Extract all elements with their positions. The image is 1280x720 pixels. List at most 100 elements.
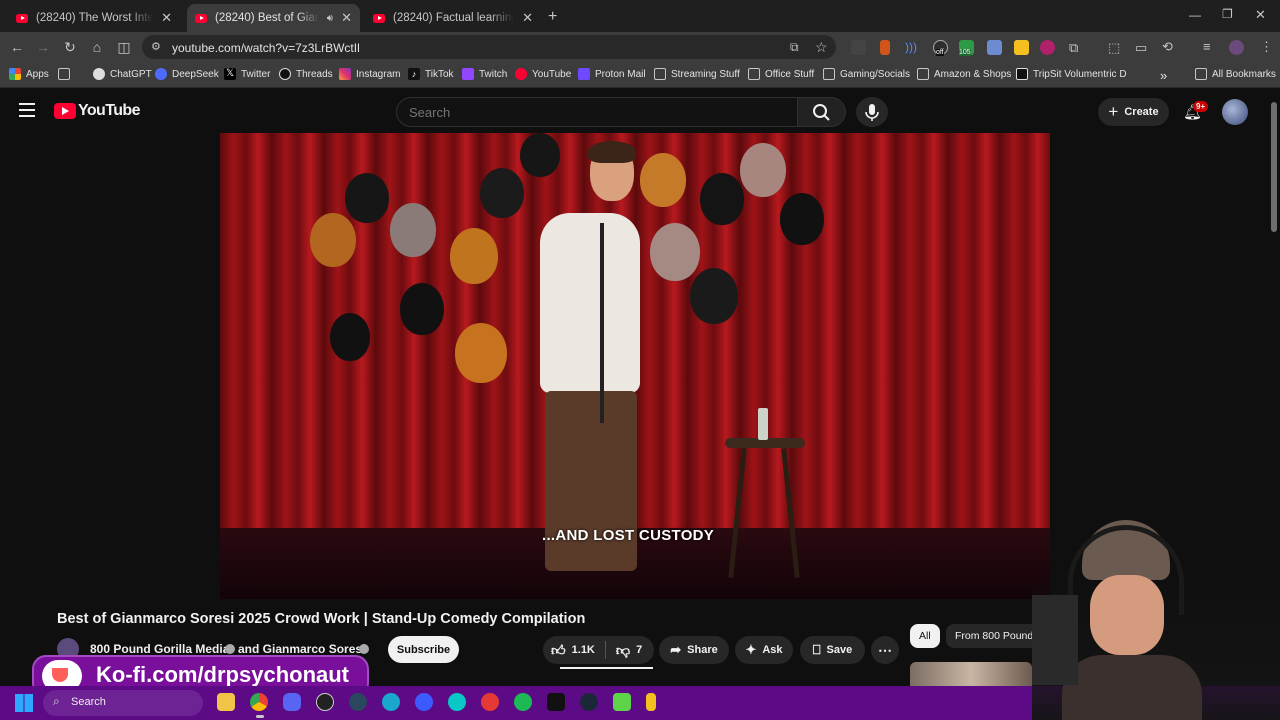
bookmark-deepseek[interactable]: DeepSeek (155, 68, 219, 80)
recommended-thumbnail[interactable] (910, 662, 1032, 686)
collaborator-name[interactable]: and Gianmarco Soresi (238, 642, 365, 656)
extension-window-icon[interactable] (987, 40, 1002, 55)
hamburger-menu-icon[interactable] (19, 103, 35, 117)
like-count[interactable]: 1.1K (572, 644, 595, 656)
new-tab-icon[interactable]: + (548, 8, 557, 26)
create-button[interactable]: + Create (1098, 98, 1169, 126)
tab-worst-internet[interactable]: (28240) The Worst Internet Tre ✕ (8, 4, 180, 32)
extension-ublock-icon[interactable] (1040, 40, 1055, 55)
site-info-icon[interactable]: ⚙ (151, 40, 161, 53)
forward-icon[interactable]: → (35, 39, 51, 55)
search-input[interactable] (396, 97, 798, 127)
youtube-logo-text[interactable]: YouTube (78, 102, 140, 120)
media-player-icon[interactable] (481, 693, 499, 711)
home-icon[interactable]: ⌂ (89, 39, 105, 55)
close-tab-icon[interactable]: ✕ (522, 10, 533, 26)
bookmark-label: Instagram (356, 68, 401, 80)
balloon (640, 153, 686, 207)
close-tab-icon[interactable]: ✕ (341, 10, 352, 26)
search-button[interactable] (798, 97, 846, 127)
chrome-icon[interactable] (250, 693, 268, 711)
side-panel-icon[interactable]: ◫ (116, 39, 132, 55)
like-icon[interactable]: 👍︎ (551, 642, 566, 659)
extensions-puzzle-icon[interactable]: ⧉ (1069, 40, 1078, 56)
dislike-count[interactable]: 7 (636, 644, 642, 656)
bookmark-apps[interactable]: Apps (9, 68, 49, 80)
microphone-icon (865, 104, 879, 121)
folder-icon (748, 68, 760, 80)
taskbar-search-box[interactable] (43, 690, 203, 716)
youtube-logo-icon[interactable] (54, 103, 76, 119)
bookmark-folder-amazon[interactable]: Amazon & Shops (917, 68, 1011, 80)
tab-best-of-gianmarco[interactable]: (28240) Best of Gianmarco 🔊︎ ✕ (187, 4, 360, 32)
bookmark-tiktok[interactable]: ♪ TikTok (408, 68, 454, 80)
bookmark-threads[interactable]: Threads (279, 68, 333, 80)
all-bookmarks[interactable]: All Bookmarks (1195, 68, 1276, 80)
tab-factual-learning[interactable]: (28240) Factual learning: Disco ✕ (365, 4, 541, 32)
app-dark-icon[interactable] (547, 693, 565, 711)
history-icon[interactable]: ⟲ (1162, 39, 1173, 55)
bookmark-folder-office[interactable]: Office Stuff (748, 68, 814, 80)
file-explorer-icon[interactable] (217, 693, 235, 711)
close-window-icon[interactable]: ✕ (1255, 7, 1266, 23)
bookmark-folder-streaming[interactable]: Streaming Stuff (654, 68, 740, 80)
back-icon[interactable]: ← (9, 39, 25, 55)
app-c-icon[interactable] (382, 693, 400, 711)
audio-playing-icon[interactable]: 🔊︎ (327, 13, 333, 24)
balloon (740, 143, 786, 197)
tripsit-icon (1016, 68, 1028, 80)
balloon (310, 213, 356, 267)
browser-menu-icon[interactable]: ⋮ (1260, 39, 1273, 55)
install-app-icon[interactable]: ⧉ (790, 40, 799, 55)
profile-avatar-icon[interactable] (1229, 40, 1244, 55)
tab-title: (28240) The Worst Internet Tre (36, 12, 154, 24)
bookmark-chatgpt[interactable]: ChatGPT (93, 68, 152, 80)
spotify-icon[interactable] (514, 693, 532, 711)
signal-icon[interactable] (415, 693, 433, 711)
windows-start-icon[interactable] (15, 694, 33, 712)
extension-bookmark-icon[interactable] (880, 40, 890, 55)
close-tab-icon[interactable]: ✕ (161, 10, 172, 26)
chip-all[interactable]: All (910, 624, 940, 648)
steam-2-icon[interactable] (580, 693, 598, 711)
ask-button[interactable]: ✦ Ask (735, 636, 793, 664)
reload-icon[interactable]: ↻ (62, 39, 78, 55)
bookmark-youtube[interactable]: YouTube (515, 68, 571, 80)
account-avatar[interactable] (1222, 99, 1248, 125)
bookmark-proton[interactable]: Proton Mail (578, 68, 646, 80)
bookmark-star-icon[interactable]: ☆ (815, 39, 828, 56)
app-green-icon[interactable] (613, 693, 631, 711)
steam-icon[interactable] (349, 693, 367, 711)
bookmark-label: Amazon & Shops (934, 68, 1012, 80)
minimize-icon[interactable]: — (1189, 8, 1201, 22)
app-yellow-icon[interactable] (646, 693, 656, 711)
bookmark-tripsit[interactable]: TripSit Volumentric D (1016, 68, 1127, 80)
discord-icon[interactable] (283, 693, 301, 711)
dislike-icon[interactable]: 👎︎ (616, 642, 630, 659)
restore-icon[interactable]: ❐ (1222, 7, 1233, 21)
more-actions-icon[interactable]: ⋯ (871, 636, 899, 664)
obs-icon[interactable] (316, 693, 334, 711)
screenshot-icon[interactable]: ⬚ (1108, 40, 1120, 56)
extension-yellow-icon[interactable] (1014, 40, 1029, 55)
reading-mode-icon[interactable]: ▭ (1135, 40, 1147, 56)
bookmarks-overflow-icon[interactable]: » (1160, 68, 1167, 83)
bookmark-twitter[interactable]: 𝕏 Twitter (224, 68, 270, 80)
app-teal-icon[interactable] (448, 693, 466, 711)
share-button[interactable]: ➦ Share (659, 636, 729, 664)
save-button[interactable]: ⎕ Save (800, 636, 865, 664)
scrollbar-thumb[interactable] (1271, 102, 1277, 232)
search-icon (813, 104, 830, 121)
url-text[interactable]: youtube.com/watch?v=7z3LrBWctIl (172, 41, 360, 55)
bookmark-instagram[interactable]: Instagram (339, 68, 400, 80)
extension-wave-icon[interactable]: ))) (905, 40, 920, 55)
voice-search-button[interactable] (856, 97, 888, 127)
bookmark-twitch[interactable]: Twitch (462, 68, 507, 80)
channel-name[interactable]: 800 Pound Gorilla Media (90, 642, 229, 656)
streamer-shirt (1062, 655, 1202, 720)
bookmark-grid[interactable] (58, 68, 70, 80)
bookmark-folder-gaming[interactable]: Gaming/Socials (823, 68, 910, 80)
extension-glasses-icon[interactable] (851, 40, 866, 55)
subscribe-button[interactable]: Subscribe (388, 636, 459, 663)
tab-search-icon[interactable]: ≡ (1203, 39, 1211, 54)
